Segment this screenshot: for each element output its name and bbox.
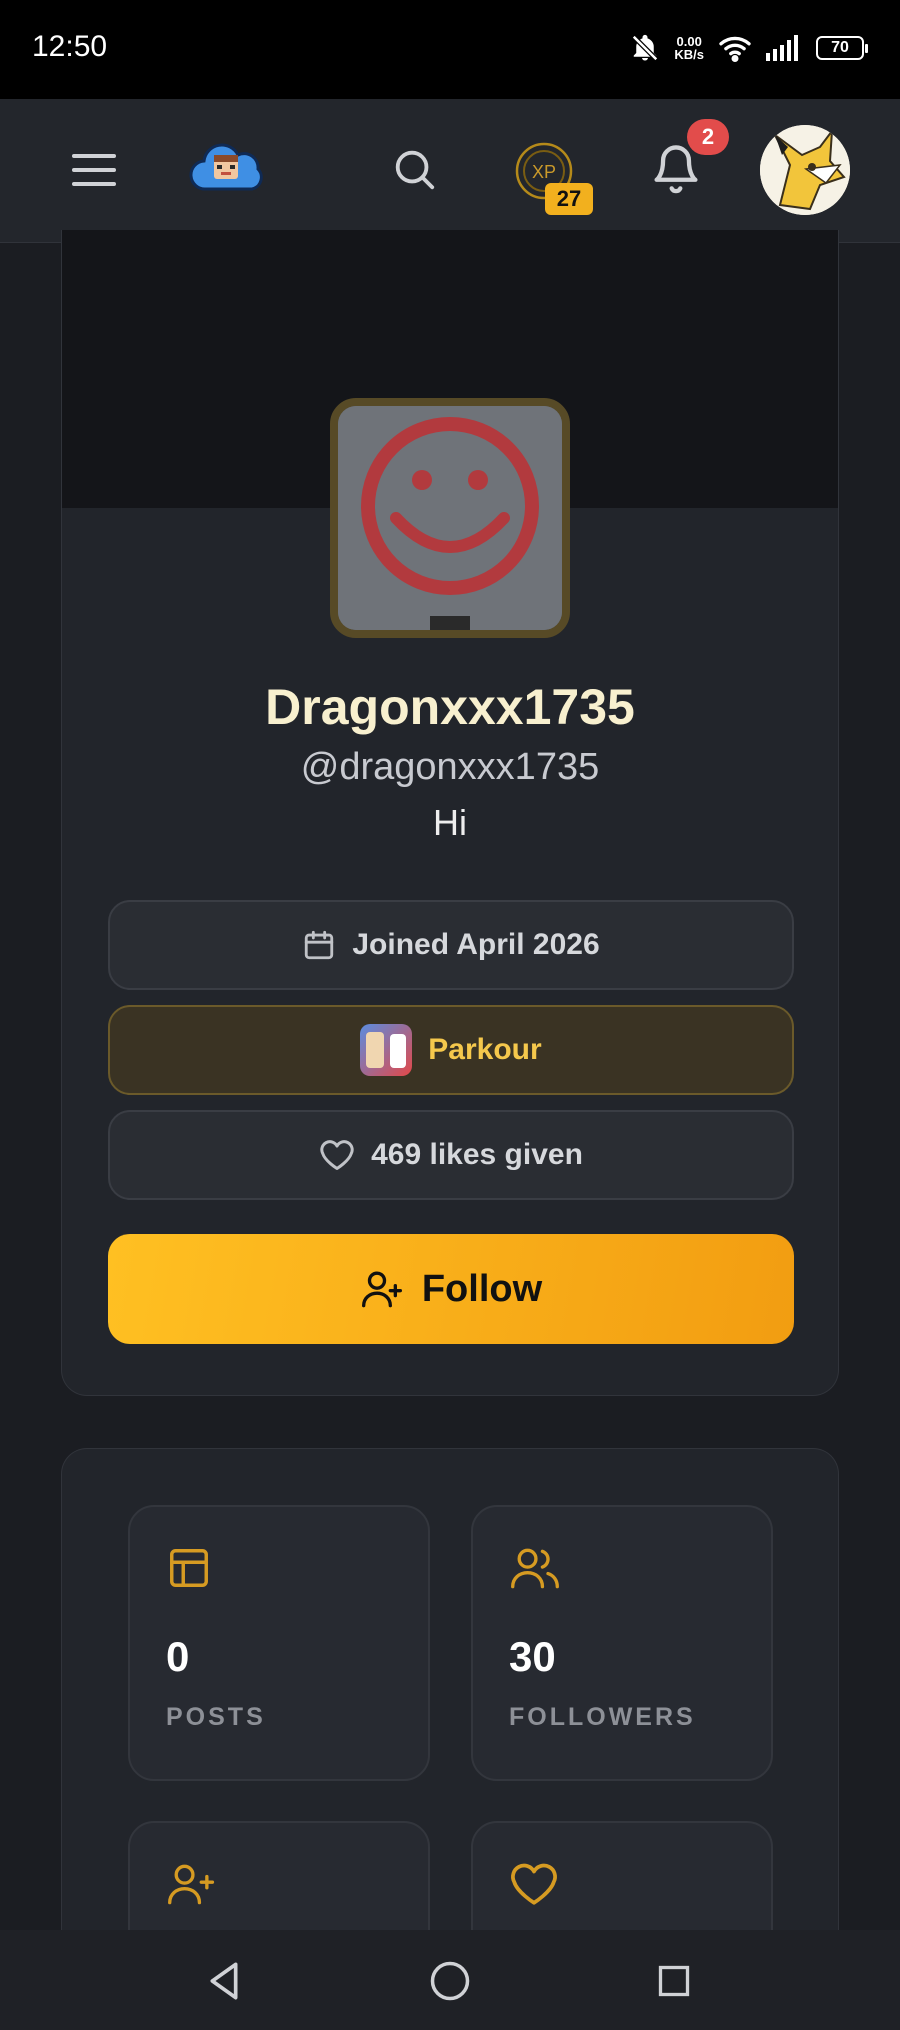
profile-avatar: [330, 398, 570, 638]
display-name: Dragonxxx1735: [265, 679, 635, 735]
status-bar: 12:50 0.00 KB/s 70: [0, 0, 900, 99]
search-button[interactable]: [386, 141, 442, 197]
signal-icon: [766, 35, 798, 61]
battery-indicator: 70: [816, 36, 868, 60]
stat-followers-value: 30: [509, 1633, 556, 1680]
search-icon: [395, 150, 435, 190]
follow-button-label: Follow: [421, 1267, 543, 1310]
menu-button[interactable]: [66, 145, 122, 195]
home-logo[interactable]: [188, 137, 264, 197]
stat-followers[interactable]: 30 FOLLOWERS: [471, 1505, 773, 1781]
heart-icon: [511, 1863, 557, 1905]
users-icon: [511, 1548, 559, 1589]
net-speed: 0.00 KB/s: [674, 35, 704, 61]
follow-button[interactable]: Follow: [108, 1234, 794, 1344]
cloud-logo-icon: [189, 143, 263, 191]
user-plus-icon: [361, 1271, 402, 1308]
home-circle-icon: [430, 1961, 470, 2001]
stat-posts-label: POSTS: [166, 1703, 266, 1731]
net-speed-unit: KB/s: [674, 47, 704, 62]
hamburger-menu-icon: [72, 154, 116, 186]
bell-muted-icon: [632, 34, 659, 62]
avatar-image: [760, 125, 850, 215]
likes-given-pill: 469 likes given: [108, 1110, 794, 1200]
wifi-icon: [719, 36, 751, 62]
stat-followers-label: FOLLOWERS: [509, 1703, 696, 1731]
profile-card: Dragonxxx1735 @dragonxxx1735 Hi Joined A…: [61, 230, 839, 1396]
username-handle: @dragonxxx1735: [300, 746, 600, 788]
back-triangle-icon: [210, 1962, 238, 2000]
favorite-game-text: Parkour: [428, 1033, 542, 1066]
system-nav-bar: [0, 1930, 900, 2030]
joined-date-pill: Joined April 2026: [108, 900, 794, 990]
stat-posts-value: 0: [166, 1633, 190, 1680]
heart-icon: [320, 1140, 354, 1170]
status-time: 12:50: [32, 30, 108, 63]
likes-given-text: 469 likes given: [371, 1138, 583, 1171]
layout-icon: [170, 1549, 208, 1587]
smiley-avatar-image: [338, 406, 562, 630]
top-nav: XP 27 2: [0, 99, 900, 243]
favorite-game-pill[interactable]: Parkour: [108, 1005, 794, 1095]
user-plus-icon: [168, 1864, 215, 1905]
game-thumbnail: [360, 1024, 413, 1076]
calendar-icon: [305, 930, 334, 960]
home-button[interactable]: [422, 1956, 478, 2006]
recents-square-icon: [658, 1965, 690, 1997]
xp-level-badge: 27: [545, 183, 593, 215]
joined-date-text: Joined April 2026: [352, 928, 600, 961]
back-button[interactable]: [196, 1956, 252, 2006]
notification-count-badge: 2: [687, 119, 729, 155]
status-icons: 0.00 KB/s 70: [630, 28, 868, 68]
recents-button[interactable]: [646, 1956, 702, 2006]
page: 12:50 0.00 KB/s 70 XP 27 2 Dragonxxx1735…: [0, 0, 900, 2030]
stat-posts[interactable]: 0 POSTS: [128, 1505, 430, 1781]
user-avatar-button[interactable]: [760, 125, 850, 215]
xp-label: XP: [532, 162, 556, 182]
profile-bio: Hi: [433, 802, 467, 843]
